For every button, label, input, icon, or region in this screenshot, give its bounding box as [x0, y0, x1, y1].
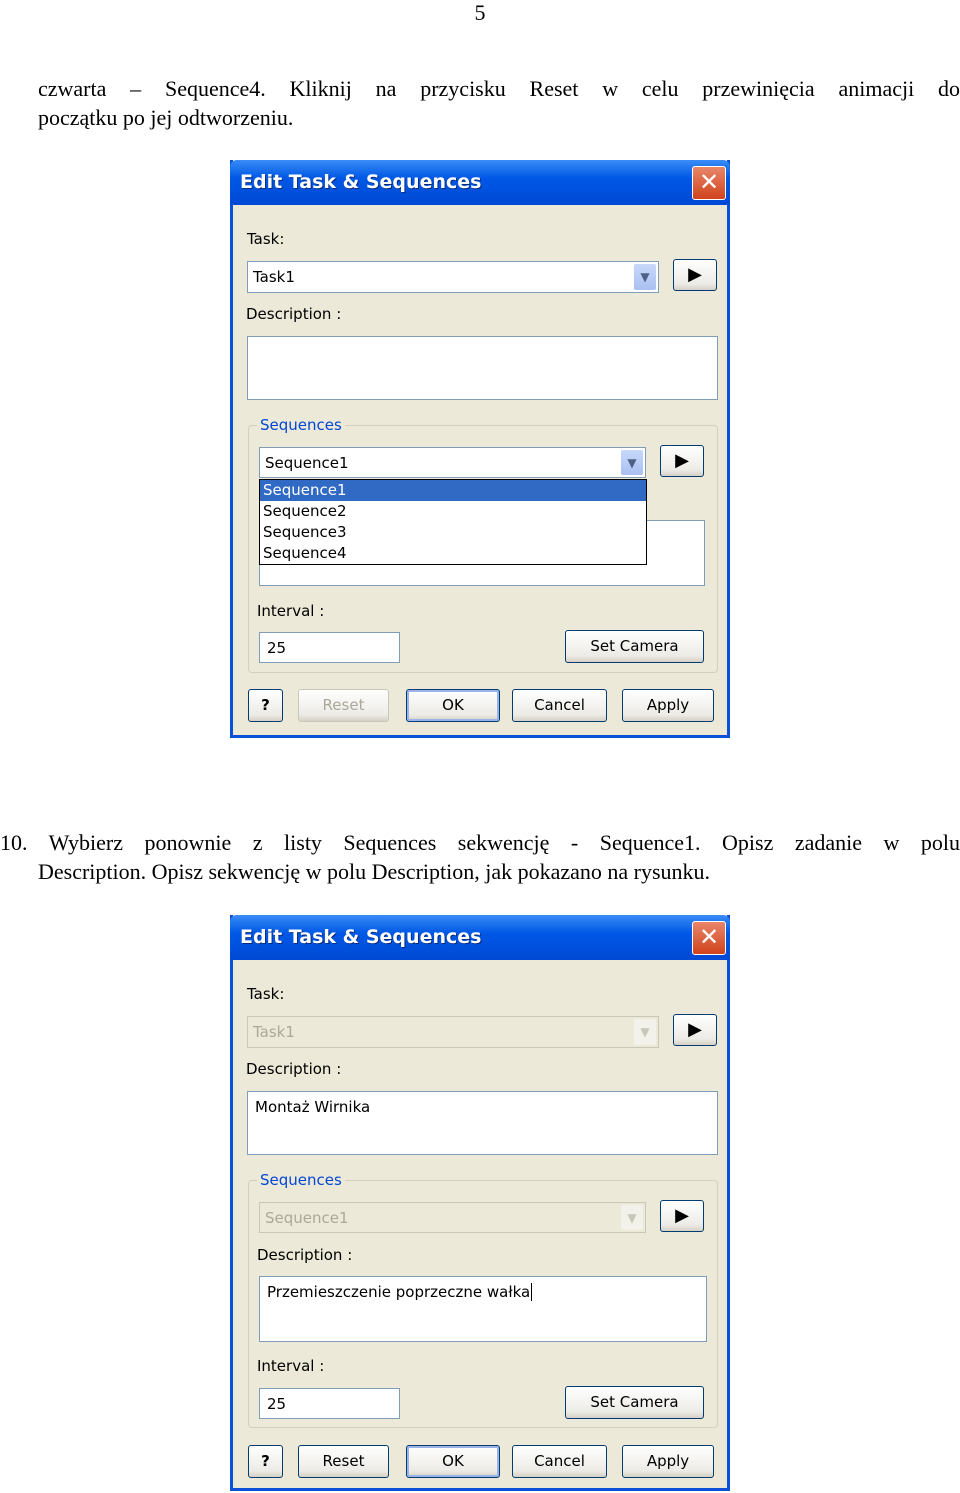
paragraph-line: czwarta – Sequence4. Kliknij na przycisk… [38, 76, 960, 101]
interval-label: Interval : [257, 602, 325, 620]
page-number: 5 [474, 0, 486, 25]
help-icon[interactable]: ? [248, 1445, 283, 1478]
sequence-option[interactable]: Sequence4 [260, 543, 646, 564]
sequence-option[interactable]: Sequence2 [260, 501, 646, 522]
description-label: Description : [246, 305, 342, 323]
interval-value: 25 [267, 1395, 287, 1413]
sequences-group-label: Sequences [257, 1171, 345, 1189]
chevron-down-icon[interactable]: ▼ [634, 264, 656, 290]
apply-button[interactable]: Apply [622, 689, 714, 722]
task-label: Task: [247, 985, 285, 1003]
edit-task-dialog-2: Edit Task & Sequences ✕ Task: Task1 ▼ ▶ D… [230, 915, 730, 1491]
set-camera-button[interactable]: Set Camera [565, 630, 704, 663]
sequence-description-value: Przemieszczenie poprzeczne wałka [267, 1283, 533, 1301]
dialog-title: Edit Task & Sequences [240, 926, 482, 948]
ok-button[interactable]: OK [406, 689, 500, 722]
paragraph-line: Description. Opisz sekwencję w polu Desc… [38, 859, 711, 884]
interval-input[interactable]: 25 [259, 1388, 400, 1419]
sequence-option[interactable]: Sequence3 [260, 522, 646, 543]
set-camera-button[interactable]: Set Camera [565, 1386, 704, 1419]
chevron-down-icon[interactable]: ▼ [634, 1019, 656, 1045]
description-label: Description : [246, 1060, 342, 1078]
title-bar: Edit Task & Sequences ✕ [230, 915, 730, 960]
edit-task-dialog-1: Edit Task & Sequences ✕ Task: Task1 ▼ ▶ D… [230, 160, 730, 738]
chevron-down-icon[interactable]: ▼ [621, 1205, 643, 1230]
sequence-combo[interactable]: Sequence1 ▼ [259, 1202, 646, 1233]
task-combo[interactable]: Task1 ▼ [247, 261, 659, 293]
close-button[interactable]: ✕ [692, 166, 726, 200]
sequence-option[interactable]: Sequence1 [260, 480, 646, 501]
task-value: Task1 [253, 268, 295, 286]
paragraph-line: 10. Wybierz ponownie z listy Sequences s… [0, 830, 960, 855]
sequence-description-field[interactable]: Przemieszczenie poprzeczne wałka [259, 1276, 707, 1342]
sequence-description-label: Description : [257, 1246, 353, 1264]
interval-value: 25 [267, 639, 287, 657]
reset-button[interactable]: Reset [298, 1445, 389, 1478]
ok-button[interactable]: OK [406, 1445, 500, 1478]
interval-label: Interval : [257, 1357, 325, 1375]
description-field[interactable] [247, 336, 718, 400]
sequence-value: Sequence1 [265, 1209, 349, 1227]
description-field[interactable]: Montaż Wirnika [247, 1091, 718, 1155]
close-button[interactable]: ✕ [692, 921, 726, 955]
paragraph-2: 10. Wybierz ponownie z listy Sequences s… [0, 828, 960, 886]
task-combo[interactable]: Task1 ▼ [247, 1016, 659, 1048]
description-value: Montaż Wirnika [255, 1098, 371, 1116]
help-icon[interactable]: ? [248, 689, 283, 722]
sequence-value: Sequence1 [265, 454, 349, 472]
play-sequence-button[interactable]: ▶ [660, 1200, 704, 1232]
cancel-button[interactable]: Cancel [512, 689, 607, 722]
task-value: Task1 [253, 1023, 295, 1041]
sequences-group-label: Sequences [257, 416, 345, 434]
title-bar: Edit Task & Sequences ✕ [230, 160, 730, 205]
task-label: Task: [247, 230, 285, 248]
play-task-button[interactable]: ▶ [673, 1014, 717, 1046]
sequence-combo[interactable]: Sequence1 ▼ [259, 447, 646, 478]
play-task-button[interactable]: ▶ [673, 259, 717, 291]
reset-button[interactable]: Reset [298, 689, 389, 722]
cancel-button[interactable]: Cancel [512, 1445, 607, 1478]
paragraph-1: czwarta – Sequence4. Kliknij na przycisk… [38, 74, 960, 132]
chevron-down-icon[interactable]: ▼ [621, 450, 643, 475]
apply-button[interactable]: Apply [622, 1445, 714, 1478]
paragraph-line: początku po jej odtworzeniu. [38, 105, 294, 130]
dialog-title: Edit Task & Sequences [240, 171, 482, 193]
sequence-dropdown-list: Sequence1 Sequence2 Sequence3 Sequence4 [259, 479, 647, 565]
play-sequence-button[interactable]: ▶ [660, 445, 704, 477]
interval-input[interactable]: 25 [259, 632, 400, 663]
